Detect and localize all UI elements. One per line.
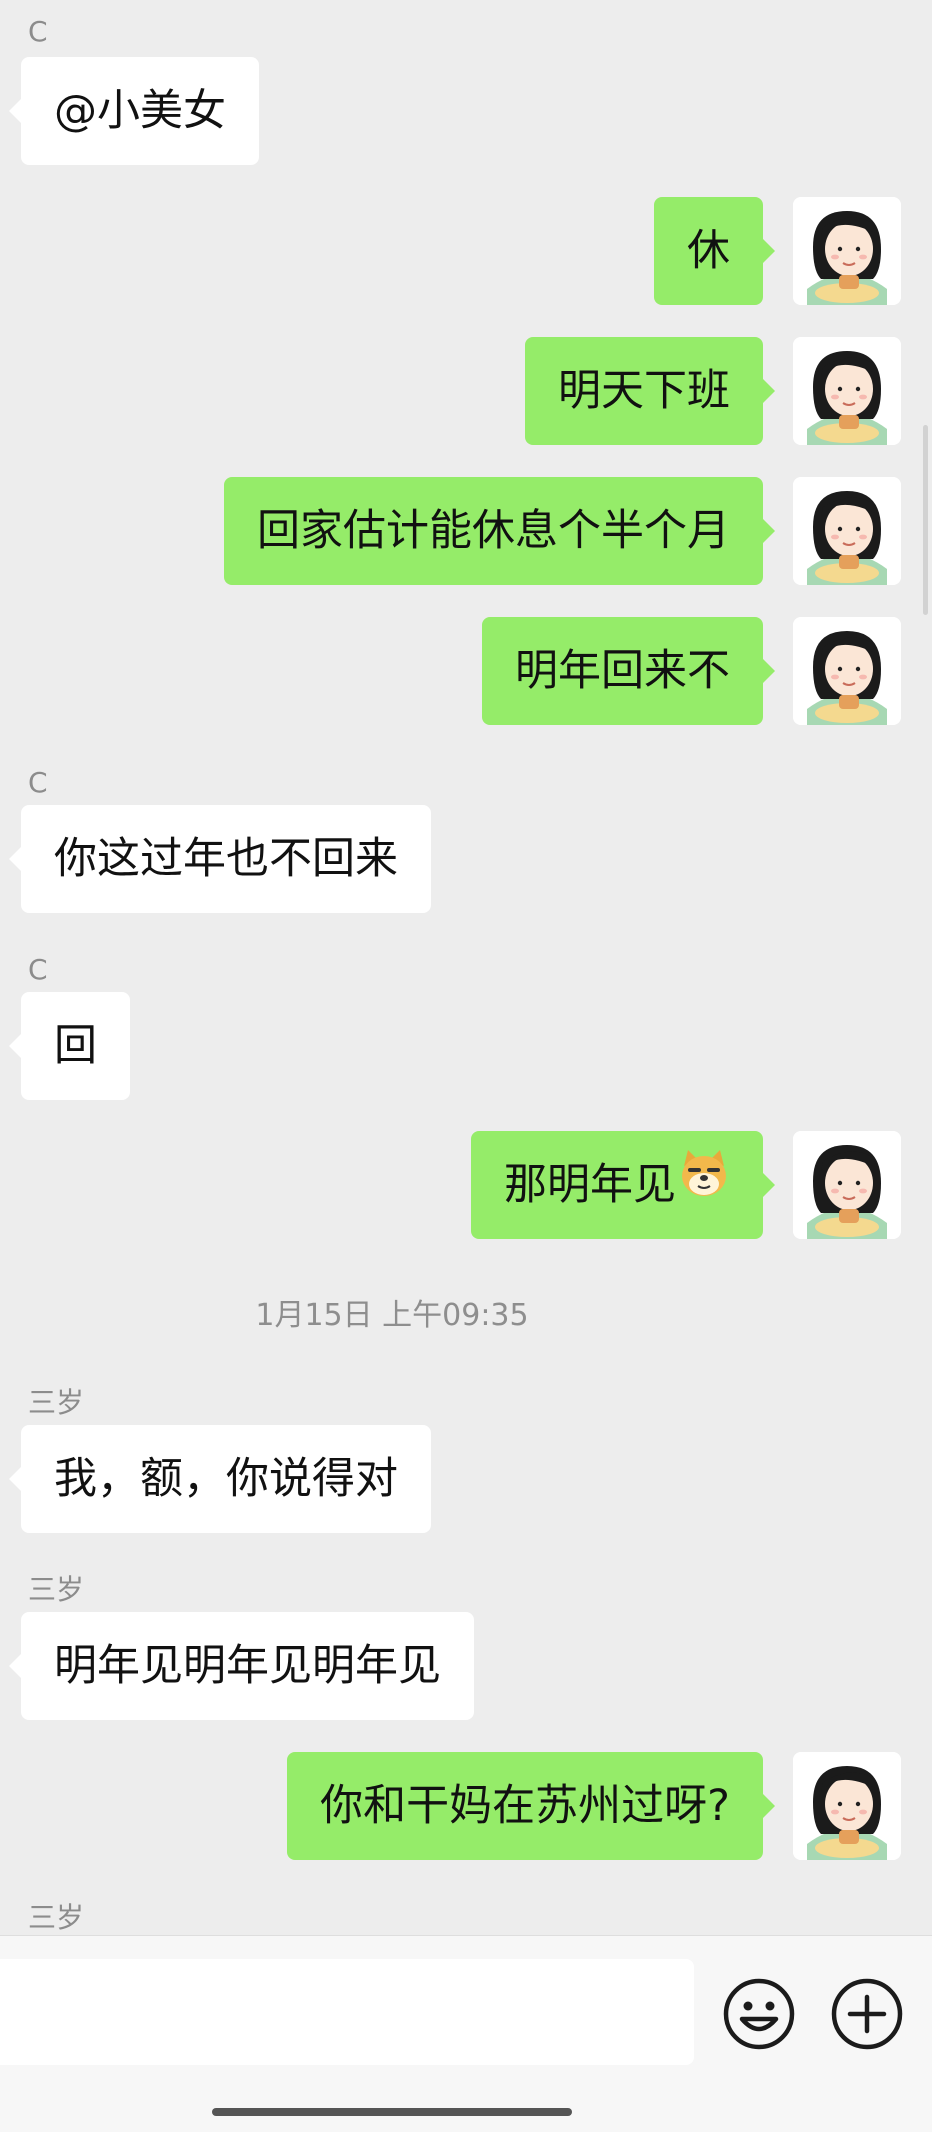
scrollbar[interactable] (923, 425, 928, 615)
message-bubble-outgoing[interactable]: 休 (654, 197, 775, 305)
message-bubble-incoming[interactable]: 明年见明年见明年见 (9, 1612, 474, 1720)
chat-timestamp: 1月15日 上午09:35 (255, 1298, 529, 1333)
avatar[interactable] (793, 1131, 901, 1239)
message-bubble-outgoing[interactable]: 那明年见 (471, 1130, 775, 1239)
sender-name: C (28, 766, 48, 799)
home-indicator (212, 2108, 572, 2116)
chat-input-bar (0, 1935, 932, 2132)
message-input[interactable] (0, 1959, 694, 2065)
avatar[interactable] (793, 617, 901, 725)
sender-name: 三岁 (28, 1386, 85, 1419)
avatar[interactable] (793, 1752, 901, 1860)
sender-name: 三岁 (28, 1573, 85, 1606)
plus-circle-icon[interactable] (830, 1977, 904, 2051)
message-bubble-incoming[interactable]: 我，额，你说得对 (9, 1425, 431, 1533)
message-bubble-outgoing[interactable]: 你和干妈在苏州过呀? (287, 1752, 775, 1860)
sender-name: C (28, 15, 48, 48)
message-bubble-outgoing[interactable]: 明年回来不 (482, 617, 775, 725)
message-bubble-outgoing[interactable]: 明天下班 (525, 337, 775, 445)
sender-name: 三岁 (28, 1901, 85, 1934)
doge-emoji-icon (678, 1130, 730, 1238)
smiley-face-icon[interactable] (722, 1977, 796, 2051)
message-bubble-incoming[interactable]: @小美女 (9, 57, 259, 165)
message-bubble-incoming[interactable]: 回 (9, 992, 130, 1100)
message-bubble-outgoing[interactable]: 回家估计能休息个半个月 (224, 477, 775, 585)
avatar[interactable] (793, 197, 901, 305)
message-bubble-incoming[interactable]: 你这过年也不回来 (9, 805, 431, 913)
chat-message-list[interactable]: C @小美女 休 明天下班 回家估计能休息个半个月 明年回来不 C 你这过年也不… (0, 0, 932, 1935)
sender-name: C (28, 953, 48, 986)
avatar[interactable] (793, 337, 901, 445)
avatar[interactable] (793, 477, 901, 585)
message-text: 那明年见 (504, 1160, 676, 1210)
